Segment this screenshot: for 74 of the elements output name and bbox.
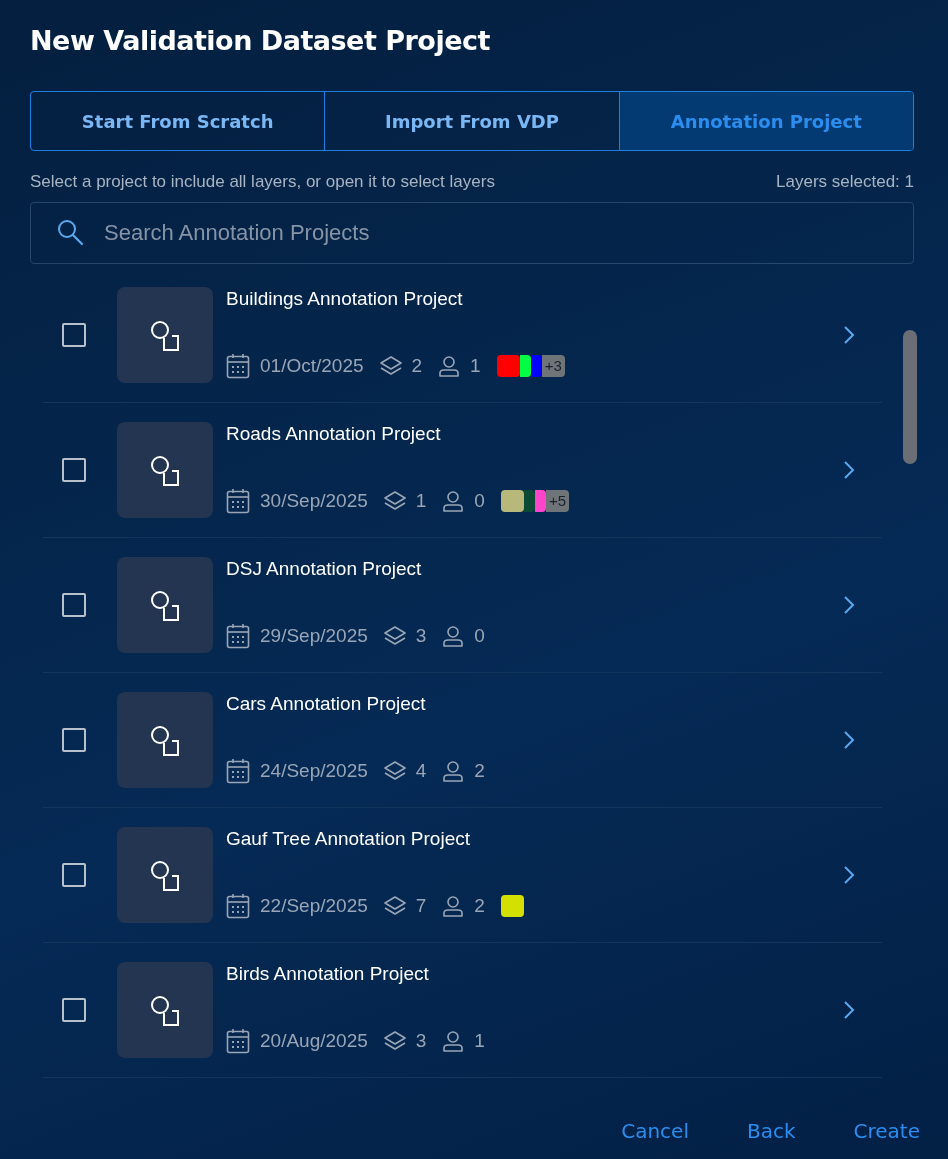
tab[interactable]: Import From VDP bbox=[324, 92, 619, 150]
layers-icon bbox=[383, 761, 406, 781]
project-name: Birds Annotation Project bbox=[226, 962, 430, 986]
tab[interactable]: Annotation Project bbox=[618, 92, 913, 150]
project-name: Buildings Annotation Project bbox=[226, 287, 464, 311]
calendar-icon bbox=[226, 758, 250, 784]
checkbox[interactable] bbox=[62, 863, 86, 887]
layers-icon bbox=[383, 491, 406, 511]
layers-selected-count: Layers selected: 1 bbox=[776, 171, 914, 193]
more-colors-badge: +5 bbox=[545, 490, 570, 512]
layer-count: 3 bbox=[415, 625, 427, 647]
calendar-icon bbox=[226, 353, 250, 379]
project-name: Roads Annotation Project bbox=[226, 422, 442, 446]
project-date: 20/Aug/2025 bbox=[260, 1030, 368, 1052]
user-count: 1 bbox=[474, 1030, 485, 1052]
checkbox[interactable] bbox=[62, 593, 86, 617]
chevron-right-icon[interactable] bbox=[843, 865, 855, 885]
shapes-icon bbox=[148, 993, 182, 1027]
shapes-icon bbox=[148, 858, 182, 892]
layer-count: 3 bbox=[415, 1030, 427, 1052]
cancel-button[interactable]: Cancel bbox=[621, 1119, 689, 1143]
search-icon bbox=[56, 218, 84, 246]
calendar-icon bbox=[226, 893, 250, 919]
project-date: 29/Sep/2025 bbox=[260, 625, 368, 647]
tab[interactable]: Start From Scratch bbox=[31, 92, 325, 150]
scrollbar-thumb[interactable] bbox=[903, 330, 917, 464]
layer-count: 7 bbox=[415, 895, 427, 917]
layer-count: 4 bbox=[415, 760, 427, 782]
user-count: 0 bbox=[474, 625, 485, 647]
project-date: 01/Oct/2025 bbox=[260, 355, 364, 377]
user-icon bbox=[442, 895, 465, 917]
user-icon bbox=[442, 760, 465, 782]
checkbox[interactable] bbox=[62, 323, 86, 347]
layers-icon bbox=[383, 626, 406, 646]
layer-count: 1 bbox=[415, 490, 427, 512]
user-count: 2 bbox=[474, 760, 485, 782]
chevron-right-icon[interactable] bbox=[843, 325, 855, 345]
shapes-icon bbox=[148, 588, 182, 622]
back-button[interactable]: Back bbox=[746, 1119, 796, 1143]
chevron-right-icon[interactable] bbox=[843, 460, 855, 480]
layer-count: 2 bbox=[411, 355, 423, 377]
layers-icon bbox=[383, 896, 406, 916]
checkbox[interactable] bbox=[62, 728, 86, 752]
calendar-icon bbox=[226, 488, 250, 514]
user-icon bbox=[442, 490, 465, 512]
project-date: 24/Sep/2025 bbox=[260, 760, 368, 782]
search-field[interactable]: Search Annotation Projects bbox=[30, 202, 914, 264]
checkbox[interactable] bbox=[62, 998, 86, 1022]
user-count: 0 bbox=[474, 490, 485, 512]
shapes-icon bbox=[148, 723, 182, 757]
user-icon bbox=[438, 355, 461, 377]
user-icon bbox=[442, 625, 465, 647]
chevron-right-icon[interactable] bbox=[843, 730, 855, 750]
dialog-title: New Validation Dataset Project bbox=[30, 24, 491, 58]
calendar-icon bbox=[226, 1028, 250, 1054]
chevron-right-icon[interactable] bbox=[843, 595, 855, 615]
project-name: Cars Annotation Project bbox=[226, 692, 427, 716]
project-date: 22/Sep/2025 bbox=[260, 895, 368, 917]
calendar-icon bbox=[226, 623, 250, 649]
layers-icon bbox=[383, 1031, 406, 1051]
chevron-right-icon[interactable] bbox=[843, 1000, 855, 1020]
project-name: DSJ Annotation Project bbox=[226, 557, 423, 581]
layers-icon bbox=[379, 356, 402, 376]
project-name: Gauf Tree Annotation Project bbox=[226, 827, 471, 851]
user-count: 1 bbox=[470, 355, 481, 377]
user-icon bbox=[442, 1030, 465, 1052]
project-date: 30/Sep/2025 bbox=[260, 490, 368, 512]
more-colors-badge: +3 bbox=[541, 355, 565, 377]
shapes-icon bbox=[148, 318, 182, 352]
create-button[interactable]: Create bbox=[853, 1119, 920, 1143]
hint-text: Select a project to include all layers, or open it to select layers bbox=[30, 171, 495, 193]
shapes-icon bbox=[148, 453, 182, 487]
user-count: 2 bbox=[474, 895, 485, 917]
checkbox[interactable] bbox=[62, 458, 86, 482]
